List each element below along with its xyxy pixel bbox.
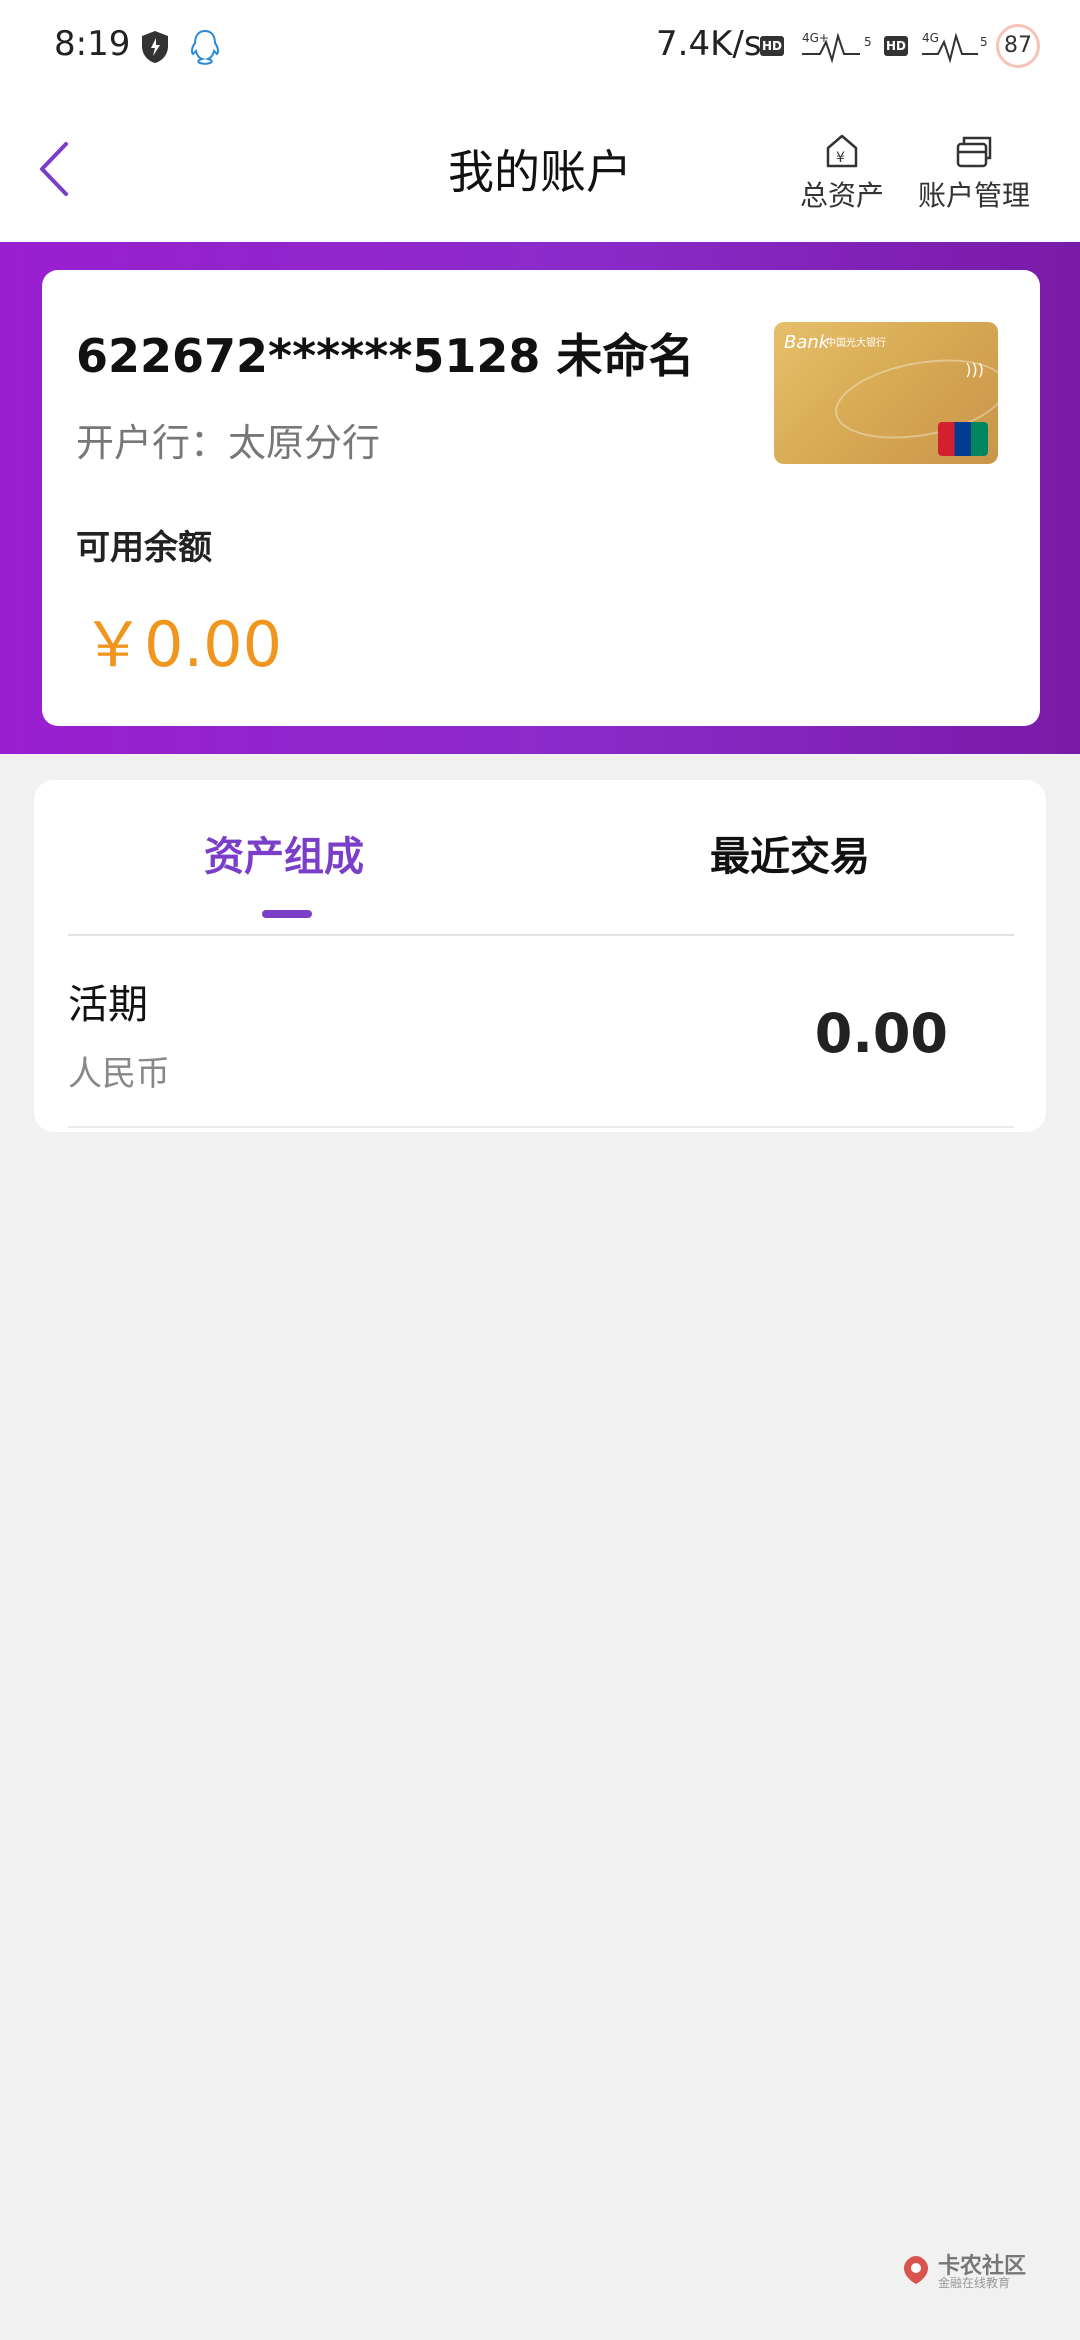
card-management-icon xyxy=(956,136,992,168)
card-brand: Bank xyxy=(784,332,830,353)
balance-label: 可用余额 xyxy=(76,528,212,568)
row-divider xyxy=(68,1126,1014,1128)
svg-text:5: 5 xyxy=(864,35,872,49)
watermark-logo-icon xyxy=(904,2256,928,2284)
svg-text:¥: ¥ xyxy=(836,150,845,166)
watermark-subtitle: 金融在线教育 xyxy=(938,2276,1011,2290)
unionpay-logo xyxy=(938,422,988,456)
card-bank-name: 中国光大银行 xyxy=(826,338,886,349)
asset-currency: 人民币 xyxy=(68,1054,170,1094)
signal-icon-2: 4G 5 xyxy=(922,31,988,64)
nfc-icon: ))) xyxy=(965,360,984,379)
balance-value: ￥0.00 xyxy=(82,608,283,681)
battery-indicator: 87 xyxy=(996,24,1040,68)
active-tab-indicator xyxy=(262,910,312,918)
signal-icon: 4G+ 5 xyxy=(802,31,872,64)
svg-text:5: 5 xyxy=(980,35,988,49)
assets-panel: 资产组成 最近交易 活期 人民币 0.00 xyxy=(34,780,1046,1132)
account-management-button[interactable]: 账户管理 xyxy=(918,132,1030,214)
hd-badge-2: HD xyxy=(884,36,908,56)
watermark: 卡农社区 金融在线教育 xyxy=(898,2248,1038,2294)
bank-card-image: Bank 中国光大银行 ))) xyxy=(774,322,998,464)
account-branch: 开户行：太原分行 xyxy=(76,421,381,465)
total-assets-label: 总资产 xyxy=(800,179,885,212)
asset-type: 活期 xyxy=(68,982,148,1028)
shield-icon xyxy=(142,31,168,63)
account-card[interactable]: 622672******5128 未命名 开户行：太原分行 可用余额 ￥0.00… xyxy=(42,270,1040,726)
network-speed: 7.4K/s xyxy=(656,24,762,64)
account-management-label: 账户管理 xyxy=(918,179,1031,212)
tab-divider xyxy=(68,934,1014,936)
app-header: 我的账户 ¥ 总资产 账户管理 xyxy=(0,96,1080,242)
account-number: 622672******5128 未命名 xyxy=(76,329,695,383)
tab-recent-transactions[interactable]: 最近交易 xyxy=(710,824,870,882)
hd-badge: HD xyxy=(760,36,784,56)
svg-text:4G: 4G xyxy=(922,31,939,45)
status-bar: 8:19 7.4K/s HD 4G+ 5 HD 4G 5 87 xyxy=(0,0,1080,96)
asset-amount: 0.00 xyxy=(814,1002,948,1065)
tab-asset-composition[interactable]: 资产组成 xyxy=(204,824,364,882)
total-assets-button[interactable]: ¥ 总资产 xyxy=(800,132,884,214)
status-time: 8:19 xyxy=(54,24,131,64)
qq-icon xyxy=(190,29,220,65)
total-assets-icon: ¥ xyxy=(826,134,858,168)
